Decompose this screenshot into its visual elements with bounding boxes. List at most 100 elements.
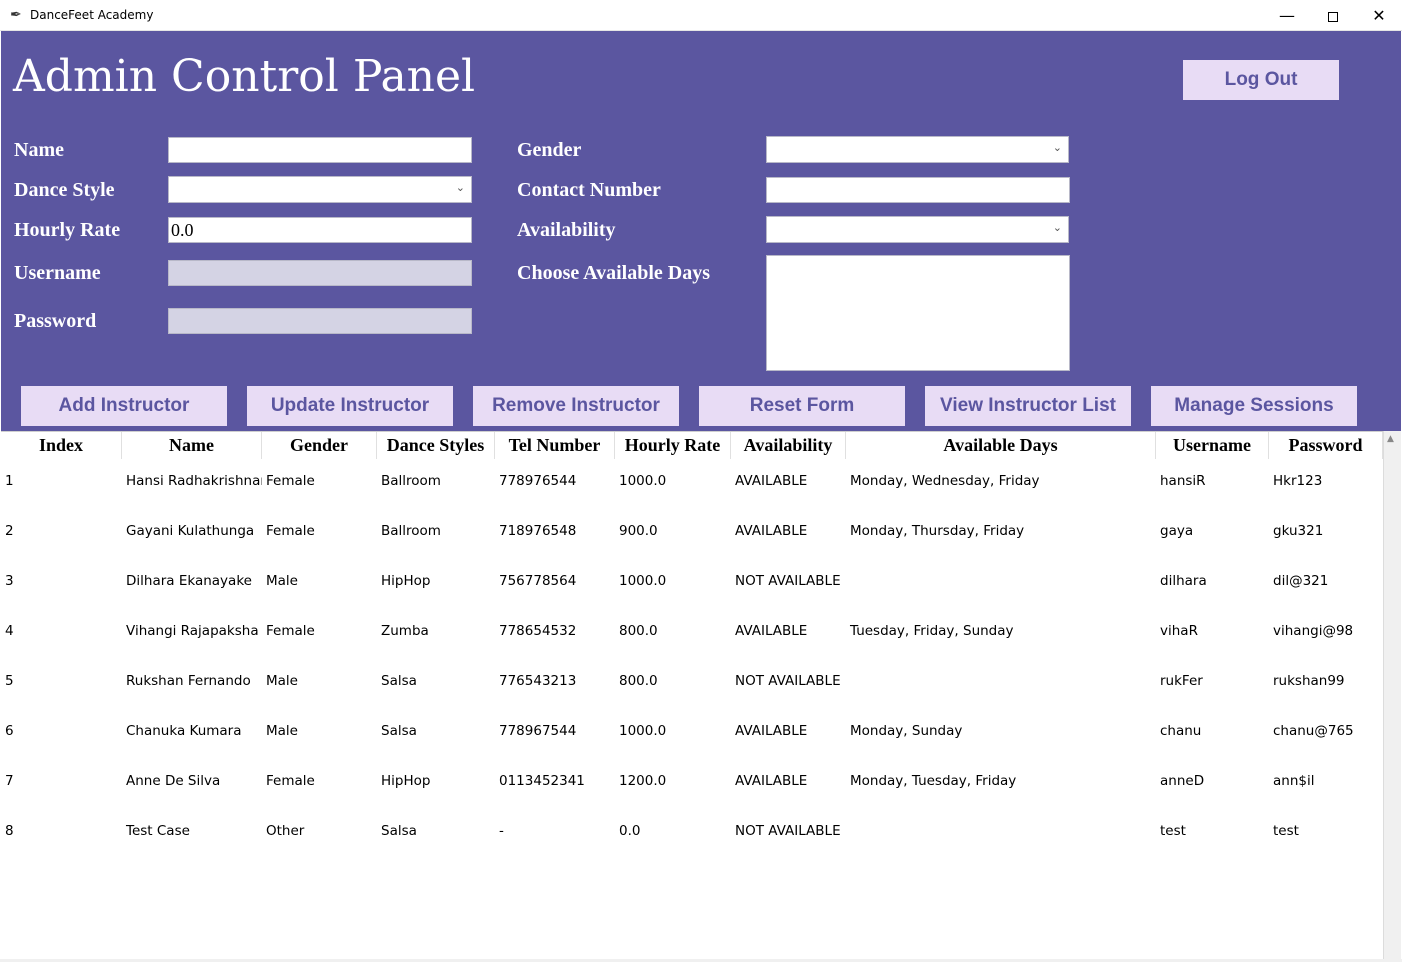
update-instructor-button[interactable]: Update Instructor xyxy=(247,386,453,426)
cell-dance-styles: Ballroom xyxy=(381,523,441,539)
cell-password: dil@321 xyxy=(1273,573,1329,589)
cell-name: Vihangi Rajapaksha xyxy=(126,623,259,639)
cell-gender: Female xyxy=(266,773,315,789)
username-input[interactable] xyxy=(168,260,472,286)
cell-name: Chanuka Kumara xyxy=(126,723,242,739)
reset-form-button[interactable]: Reset Form xyxy=(699,386,905,426)
cell-hourly-rate: 1000.0 xyxy=(619,473,667,489)
table-row[interactable]: 4 Vihangi Rajapaksha Female Zumba 778654532 8… xyxy=(1,606,1383,656)
cell-tel-number: 778976544 xyxy=(499,473,577,489)
cell-name: Dilhara Ekanayake xyxy=(126,573,252,589)
manage-sessions-button[interactable]: Manage Sessions xyxy=(1151,386,1357,426)
close-button[interactable]: ✕ xyxy=(1356,0,1402,31)
contact-number-label: Contact Number xyxy=(517,179,661,201)
column-header-index[interactable]: Index xyxy=(1,432,122,459)
table-row[interactable]: 2 Gayani Kulathunga Female Ballroom 71897654… xyxy=(1,506,1383,556)
cell-availability: AVAILABLE xyxy=(735,473,808,489)
cell-tel-number: 756778564 xyxy=(499,573,577,589)
column-header-available-days[interactable]: Available Days xyxy=(846,432,1156,459)
cell-index: 1 xyxy=(5,473,14,489)
cell-username: anneD xyxy=(1160,773,1205,789)
cell-name: Rukshan Fernando xyxy=(126,673,251,689)
cell-name: Test Case xyxy=(126,823,190,839)
cell-tel-number: 0113452341 xyxy=(499,773,585,789)
column-header-availability[interactable]: Availability xyxy=(731,432,846,459)
instructor-table[interactable]: Index Name Gender Dance Styles Tel Number Hou… xyxy=(1,431,1383,959)
cell-available-days: Monday, Wednesday, Friday xyxy=(850,473,1040,489)
column-header-dance-styles[interactable]: Dance Styles xyxy=(377,432,495,459)
logout-button[interactable]: Log Out xyxy=(1183,60,1339,100)
cell-tel-number: - xyxy=(499,823,504,839)
scroll-up-icon[interactable]: ▲ xyxy=(1387,434,1394,444)
table-row[interactable]: 3 Dilhara Ekanayake Male HipHop 756778564 100… xyxy=(1,556,1383,606)
cell-dance-styles: Salsa xyxy=(381,673,417,689)
hourly-rate-label: Hourly Rate xyxy=(14,219,121,241)
name-label: Name xyxy=(14,139,64,161)
availability-select[interactable]: ⌄ xyxy=(766,216,1069,243)
column-header-gender[interactable]: Gender xyxy=(262,432,377,459)
chevron-down-icon: ⌄ xyxy=(455,181,465,194)
cell-username: hansiR xyxy=(1160,473,1206,489)
cell-available-days: Tuesday, Friday, Sunday xyxy=(850,623,1014,639)
cell-username: vihaR xyxy=(1160,623,1198,639)
cell-availability: AVAILABLE xyxy=(735,723,808,739)
window-titlebar: ✒ DanceFeet Academy — ✕ xyxy=(0,0,1402,31)
cell-password: gku321 xyxy=(1273,523,1324,539)
hourly-rate-input[interactable]: 0.0 xyxy=(168,217,472,243)
cell-availability: NOT AVAILABLE xyxy=(735,673,841,689)
name-input[interactable] xyxy=(168,137,472,163)
cell-dance-styles: Salsa xyxy=(381,723,417,739)
column-header-password[interactable]: Password xyxy=(1269,432,1383,459)
available-days-listbox[interactable] xyxy=(766,255,1070,371)
table-row[interactable]: 7 Anne De Silva Female HipHop 0113452341 1200… xyxy=(1,756,1383,806)
minimize-button[interactable]: — xyxy=(1264,0,1310,31)
cell-name: Anne De Silva xyxy=(126,773,221,789)
password-input[interactable] xyxy=(168,308,472,334)
cell-hourly-rate: 1000.0 xyxy=(619,573,667,589)
cell-username: dilhara xyxy=(1160,573,1207,589)
column-header-hourly-rate[interactable]: Hourly Rate xyxy=(615,432,731,459)
cell-availability: NOT AVAILABLE xyxy=(735,573,841,589)
view-instructor-list-button[interactable]: View Instructor List xyxy=(925,386,1131,426)
table-row[interactable]: 1 Hansi Radhakrishnan Female Ballroom 778976… xyxy=(1,456,1383,506)
table-row[interactable]: 8 Test Case Other Salsa - 0.0 NOT AVAILABLE tes… xyxy=(1,806,1383,856)
cell-dance-styles: HipHop xyxy=(381,573,431,589)
available-days-label: Choose Available Days xyxy=(517,262,710,284)
contact-number-input[interactable] xyxy=(766,177,1070,203)
cell-tel-number: 776543213 xyxy=(499,673,577,689)
username-label: Username xyxy=(14,262,101,284)
column-header-name[interactable]: Name xyxy=(122,432,262,459)
cell-tel-number: 778654532 xyxy=(499,623,577,639)
cell-username: chanu xyxy=(1160,723,1202,739)
cell-index: 8 xyxy=(5,823,14,839)
table-row[interactable]: 6 Chanuka Kumara Male Salsa 778967544 1000.0 A… xyxy=(1,706,1383,756)
cell-username: rukFer xyxy=(1160,673,1203,689)
dance-style-select[interactable]: ⌄ xyxy=(168,176,472,203)
maximize-button[interactable] xyxy=(1310,0,1356,31)
cell-password: rukshan99 xyxy=(1273,673,1345,689)
cell-available-days: Monday, Thursday, Friday xyxy=(850,523,1025,539)
maximize-icon xyxy=(1328,11,1338,22)
cell-hourly-rate: 900.0 xyxy=(619,523,658,539)
cell-dance-styles: Zumba xyxy=(381,623,429,639)
cell-tel-number: 718976548 xyxy=(499,523,577,539)
table-row[interactable]: 5 Rukshan Fernando Male Salsa 776543213 800.0… xyxy=(1,656,1383,706)
cell-dance-styles: Salsa xyxy=(381,823,417,839)
cell-available-days: Monday, Sunday xyxy=(850,723,963,739)
cell-hourly-rate: 1000.0 xyxy=(619,723,667,739)
page-title: Admin Control Panel xyxy=(13,51,476,102)
column-header-tel-number[interactable]: Tel Number xyxy=(495,432,615,459)
dance-style-label: Dance Style xyxy=(14,179,115,201)
cell-gender: Other xyxy=(266,823,305,839)
column-header-username[interactable]: Username xyxy=(1156,432,1269,459)
admin-panel: Admin Control Panel Log Out Name Dance S… xyxy=(1,31,1401,431)
cell-tel-number: 778967544 xyxy=(499,723,577,739)
cell-hourly-rate: 800.0 xyxy=(619,673,658,689)
gender-select[interactable]: ⌄ xyxy=(766,136,1069,163)
add-instructor-button[interactable]: Add Instructor xyxy=(21,386,227,426)
gender-label: Gender xyxy=(517,139,582,161)
remove-instructor-button[interactable]: Remove Instructor xyxy=(473,386,679,426)
cell-availability: AVAILABLE xyxy=(735,773,808,789)
cell-name: Hansi Radhakrishnan xyxy=(126,473,262,489)
vertical-scrollbar[interactable]: ▲ xyxy=(1383,431,1401,959)
